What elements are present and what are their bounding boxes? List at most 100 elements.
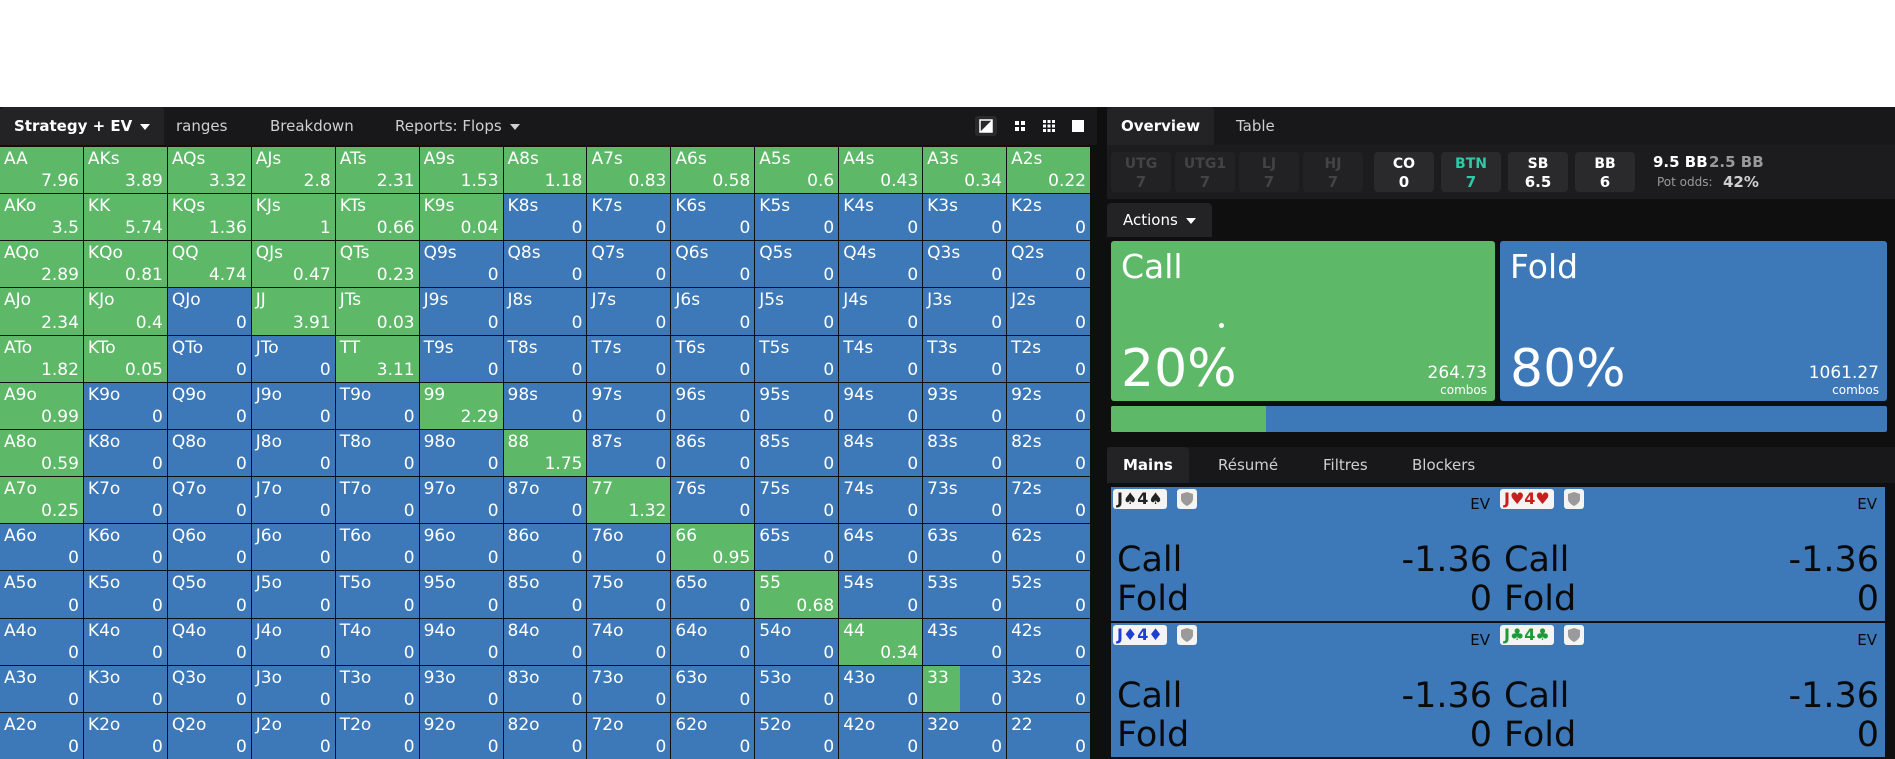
grid-cell[interactable]: K2s 0 bbox=[1007, 194, 1090, 241]
grid-cell[interactable]: 84o 0 bbox=[503, 618, 587, 665]
grid-cell[interactable]: KTo 0.05 bbox=[83, 335, 167, 382]
grid-cell[interactable]: J6s 0 bbox=[671, 288, 755, 335]
contrast-icon[interactable] bbox=[975, 116, 997, 136]
grid-cell[interactable]: AKs 3.89 bbox=[83, 147, 167, 194]
grid-cell[interactable]: JTo 0 bbox=[251, 335, 335, 382]
grid-cell[interactable]: Q4o 0 bbox=[167, 618, 251, 665]
grid-cell[interactable]: 82o 0 bbox=[503, 712, 587, 759]
grid-cell[interactable]: 63s 0 bbox=[923, 524, 1007, 571]
grid-cell[interactable]: 53s 0 bbox=[923, 571, 1007, 618]
grid-cell[interactable]: A8s 1.18 bbox=[503, 147, 587, 194]
grid-cell[interactable]: A3o 0 bbox=[0, 665, 83, 712]
grid-cell[interactable]: 92o 0 bbox=[419, 712, 503, 759]
position-co[interactable]: CO 0 bbox=[1374, 152, 1434, 192]
grid-cell[interactable]: 95s 0 bbox=[755, 382, 839, 429]
grid-cell[interactable]: K9s 0.04 bbox=[419, 194, 503, 241]
grid-cell[interactable]: QJs 0.47 bbox=[251, 241, 335, 288]
grid-cell[interactable]: J4s 0 bbox=[839, 288, 923, 335]
tab-breakdown[interactable]: Breakdown bbox=[256, 107, 368, 145]
grid-cell[interactable]: 72o 0 bbox=[587, 712, 671, 759]
grid-cell[interactable]: J3o 0 bbox=[251, 665, 335, 712]
grid-cell[interactable]: KTs 0.66 bbox=[335, 194, 419, 241]
grid-cell[interactable]: J7o 0 bbox=[251, 477, 335, 524]
compact-view-icon[interactable] bbox=[1009, 116, 1031, 136]
grid-cell[interactable]: Q2s 0 bbox=[1007, 241, 1090, 288]
grid-cell[interactable]: Q5s 0 bbox=[755, 241, 839, 288]
grid-cell[interactable]: 22 0 bbox=[1007, 712, 1090, 759]
tab-blockers[interactable]: Blockers bbox=[1396, 447, 1491, 483]
grid-cell[interactable]: J6o 0 bbox=[251, 524, 335, 571]
grid-cell[interactable]: TT 3.11 bbox=[335, 335, 419, 382]
grid-cell[interactable]: 76s 0 bbox=[671, 477, 755, 524]
grid-cell[interactable]: J9s 0 bbox=[419, 288, 503, 335]
grid-cell[interactable]: 85s 0 bbox=[755, 429, 839, 477]
grid-cell[interactable]: 52s 0 bbox=[1007, 571, 1090, 618]
grid-cell[interactable]: Q6s 0 bbox=[671, 241, 755, 288]
fold-action-box[interactable]: Fold 80% 1061.27 combos bbox=[1500, 241, 1887, 401]
grid-cell[interactable]: 94o 0 bbox=[419, 618, 503, 665]
grid-cell[interactable]: T8s 0 bbox=[503, 335, 587, 382]
grid-cell[interactable]: 86s 0 bbox=[671, 429, 755, 477]
grid-cell[interactable]: J5o 0 bbox=[251, 571, 335, 618]
grid-cell[interactable]: Q2o 0 bbox=[167, 712, 251, 759]
grid-cell[interactable]: Q3s 0 bbox=[923, 241, 1007, 288]
grid-cell[interactable]: K3o 0 bbox=[83, 665, 167, 712]
grid-cell[interactable]: 42s 0 bbox=[1007, 618, 1090, 665]
grid-cell[interactable]: KJo 0.4 bbox=[83, 288, 167, 335]
grid-cell[interactable]: K9o 0 bbox=[83, 382, 167, 429]
grid-cell[interactable]: KQs 1.36 bbox=[167, 194, 251, 241]
position-utg[interactable]: UTG 7 bbox=[1111, 152, 1171, 192]
grid-cell[interactable]: J9o 0 bbox=[251, 382, 335, 429]
grid-cell[interactable]: KK 5.74 bbox=[83, 194, 167, 241]
single-view-icon[interactable] bbox=[1067, 116, 1089, 136]
grid-cell[interactable]: JJ 3.91 bbox=[251, 288, 335, 335]
grid-cell[interactable]: T9o 0 bbox=[335, 382, 419, 429]
grid-cell[interactable]: Q9o 0 bbox=[167, 382, 251, 429]
grid-cell[interactable]: AQo 2.89 bbox=[0, 241, 83, 288]
tab-strategy-ev[interactable]: Strategy + EV bbox=[0, 107, 165, 145]
grid-cell[interactable]: ATs 2.31 bbox=[335, 147, 419, 194]
grid-cell[interactable]: 65s 0 bbox=[755, 524, 839, 571]
grid-cell[interactable]: A4o 0 bbox=[0, 618, 83, 665]
grid-cell[interactable]: K7s 0 bbox=[587, 194, 671, 241]
grid-cell[interactable]: J2o 0 bbox=[251, 712, 335, 759]
grid-cell[interactable]: 32o 0 bbox=[923, 712, 1007, 759]
grid-cell[interactable]: A5o 0 bbox=[0, 571, 83, 618]
grid-cell[interactable]: J8s 0 bbox=[503, 288, 587, 335]
grid-cell[interactable]: 43o 0 bbox=[839, 665, 923, 712]
grid-cell[interactable]: A9o 0.99 bbox=[0, 382, 83, 429]
grid-cell[interactable]: Q7s 0 bbox=[587, 241, 671, 288]
tab-table[interactable]: Table bbox=[1222, 107, 1289, 145]
grid-cell[interactable]: T8o 0 bbox=[335, 429, 419, 477]
grid-cell[interactable]: 83o 0 bbox=[503, 665, 587, 712]
grid-cell[interactable]: A9s 1.53 bbox=[419, 147, 503, 194]
grid-cell[interactable]: AJs 2.8 bbox=[251, 147, 335, 194]
tab-overview[interactable]: Overview bbox=[1107, 107, 1215, 145]
grid-cell[interactable]: 33 0 bbox=[923, 665, 1007, 712]
grid-cell[interactable]: AA 7.96 bbox=[0, 147, 83, 194]
grid-cell[interactable]: 64s 0 bbox=[839, 524, 923, 571]
grid-cell[interactable]: J8o 0 bbox=[251, 429, 335, 477]
grid-cell[interactable]: 97o 0 bbox=[419, 477, 503, 524]
grid-cell[interactable]: 53o 0 bbox=[755, 665, 839, 712]
grid-cell[interactable]: 42o 0 bbox=[839, 712, 923, 759]
grid-cell[interactable]: 62s 0 bbox=[1007, 524, 1090, 571]
grid-cell[interactable]: T2o 0 bbox=[335, 712, 419, 759]
grid-cell[interactable]: 32s 0 bbox=[1007, 665, 1090, 712]
grid-cell[interactable]: 77 1.32 bbox=[587, 477, 671, 524]
grid-cell[interactable]: T6s 0 bbox=[671, 335, 755, 382]
tab-resume[interactable]: Résumé bbox=[1202, 447, 1294, 483]
grid-cell[interactable]: AQs 3.32 bbox=[167, 147, 251, 194]
grid-cell[interactable]: QJo 0 bbox=[167, 288, 251, 335]
grid-cell[interactable]: 66 0.95 bbox=[671, 524, 755, 571]
grid-cell[interactable]: Q9s 0 bbox=[419, 241, 503, 288]
grid-cell[interactable]: 93s 0 bbox=[923, 382, 1007, 429]
grid-cell[interactable]: 62o 0 bbox=[671, 712, 755, 759]
grid-cell[interactable]: QTs 0.23 bbox=[335, 241, 419, 288]
grid-cell[interactable]: T6o 0 bbox=[335, 524, 419, 571]
grid-cell[interactable]: 63o 0 bbox=[671, 665, 755, 712]
grid-cell[interactable]: 92s 0 bbox=[1007, 382, 1090, 429]
grid-cell[interactable]: 99 2.29 bbox=[419, 382, 503, 429]
grid-cell[interactable]: QTo 0 bbox=[167, 335, 251, 382]
grid-cell[interactable]: 84s 0 bbox=[839, 429, 923, 477]
